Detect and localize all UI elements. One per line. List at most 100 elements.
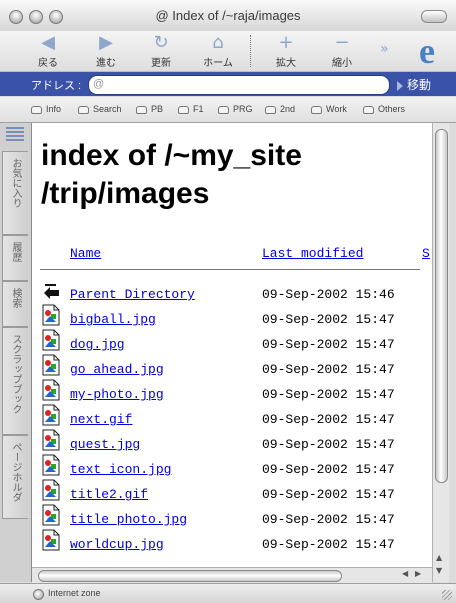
horizontal-scroll-thumb[interactable] xyxy=(38,570,342,582)
page-heading: index of /~my_site/trip/images xyxy=(41,139,302,210)
list-item: text_icon.jpg 09-Sep-2002 15:47 xyxy=(40,454,432,487)
file-link[interactable]: quest.jpg xyxy=(70,437,140,452)
image-file-icon xyxy=(42,329,60,351)
list-item: dog.jpg 09-Sep-2002 15:47 xyxy=(40,329,432,362)
folder-icon xyxy=(178,105,189,114)
favorite-info[interactable]: Info xyxy=(31,104,61,114)
back-button[interactable]: ◀ 戻る xyxy=(22,32,74,70)
image-file-icon xyxy=(42,404,60,426)
ie-logo-icon: e xyxy=(419,31,435,71)
refresh-button[interactable]: ↻ 更新 xyxy=(135,33,187,70)
refresh-button-label: 更新 xyxy=(151,58,171,69)
image-file-icon xyxy=(42,379,60,401)
favorite-others[interactable]: Others xyxy=(363,104,405,114)
scroll-down-arrow-icon[interactable]: ▼ xyxy=(436,566,442,575)
sidebar-tab-search[interactable]: 検索 xyxy=(2,281,28,327)
column-header-name[interactable]: Name xyxy=(70,246,101,261)
scroll-left-arrow-icon[interactable]: ◀ xyxy=(402,569,408,578)
zoom-in-button[interactable]: + 拡大 xyxy=(260,33,312,70)
column-header-size[interactable]: S xyxy=(422,246,430,261)
favorite-prg[interactable]: PRG xyxy=(218,104,253,114)
scroll-up-arrow-icon[interactable]: ▲ xyxy=(436,553,442,562)
image-file-icon xyxy=(42,504,60,526)
favorites-bar: Info Search PB F1 PRG 2nd Work Others xyxy=(0,97,456,123)
vertical-scrollbar[interactable]: ▲ ▼ xyxy=(432,123,449,582)
home-button[interactable]: ⌂ ホーム xyxy=(192,32,244,70)
file-link[interactable]: my-photo.jpg xyxy=(70,387,164,402)
folder-icon xyxy=(218,105,229,114)
list-item: my-photo.jpg 09-Sep-2002 15:47 xyxy=(40,379,432,412)
file-date: 09-Sep-2002 15:47 xyxy=(262,437,395,452)
list-item: title_photo.jpg 09-Sep-2002 15:47 xyxy=(40,504,432,537)
scroll-right-arrow-icon[interactable]: ▶ xyxy=(415,569,421,578)
file-link[interactable]: bigball.jpg xyxy=(70,312,156,327)
list-item: Parent Directory 09-Sep-2002 15:46 xyxy=(40,284,432,312)
toolbar: ◀ 戻る ▶ 進む ↻ 更新 ⌂ ホーム + 拡大 − 縮小 » e xyxy=(0,31,456,72)
resize-grip-icon[interactable] xyxy=(442,590,452,600)
file-link[interactable]: dog.jpg xyxy=(70,337,125,352)
go-button[interactable]: 移動 xyxy=(397,76,431,93)
file-date: 09-Sep-2002 15:47 xyxy=(262,312,395,327)
folder-icon xyxy=(31,105,42,114)
file-date: 09-Sep-2002 15:46 xyxy=(262,287,395,302)
file-date: 09-Sep-2002 15:47 xyxy=(262,537,395,552)
home-button-label: ホーム xyxy=(203,58,233,69)
file-link[interactable]: title2.gif xyxy=(70,487,148,502)
list-item: go_ahead.jpg 09-Sep-2002 15:47 xyxy=(40,354,432,387)
image-file-icon xyxy=(42,479,60,501)
address-input[interactable]: @ xyxy=(88,75,390,95)
sidebar-tab-scrapbook[interactable]: スクラップブック xyxy=(2,327,28,435)
status-text: Internet zone xyxy=(48,588,101,598)
list-item: next.gif 09-Sep-2002 15:47 xyxy=(40,404,432,437)
folder-icon xyxy=(311,105,322,114)
forward-arrow-icon: ▶ xyxy=(99,32,113,53)
address-bar: アドレス : @ 移動 xyxy=(0,72,456,96)
explorer-toggle-icon[interactable] xyxy=(6,127,24,143)
back-button-label: 戻る xyxy=(38,58,58,69)
file-date: 09-Sep-2002 15:47 xyxy=(262,487,395,502)
favorite-search[interactable]: Search xyxy=(78,104,122,114)
file-date: 09-Sep-2002 15:47 xyxy=(262,462,395,477)
back-folder-icon xyxy=(42,279,60,301)
list-item: worldcup.jpg 09-Sep-2002 15:47 xyxy=(40,529,432,562)
image-file-icon xyxy=(42,529,60,551)
sidebar-tab-history[interactable]: 履歴 xyxy=(2,235,28,281)
go-arrow-icon xyxy=(397,80,403,91)
back-arrow-icon: ◀ xyxy=(41,32,55,53)
explorer-bar: お気に入り 履歴 検索 スクラップブック ページホルダ xyxy=(0,123,32,582)
window-title: @ Index of /~raja/images xyxy=(155,8,301,23)
globe-zone-icon xyxy=(33,589,44,600)
column-header-last-modified[interactable]: Last modified xyxy=(262,246,363,261)
file-link[interactable]: go_ahead.jpg xyxy=(70,362,164,377)
file-date: 09-Sep-2002 15:47 xyxy=(262,412,395,427)
zoom-in-button-label: 拡大 xyxy=(276,58,296,69)
favorite-2nd[interactable]: 2nd xyxy=(265,104,295,114)
vertical-scroll-thumb[interactable] xyxy=(435,129,448,483)
toolbar-overflow-icon[interactable]: » xyxy=(380,41,389,57)
file-link[interactable]: worldcup.jpg xyxy=(70,537,164,552)
file-date: 09-Sep-2002 15:47 xyxy=(262,337,395,352)
zoom-out-button-label: 縮小 xyxy=(332,58,352,69)
sidebar-tab-page-holder[interactable]: ページホルダ xyxy=(2,435,28,519)
favorite-pb[interactable]: PB xyxy=(136,104,163,114)
zoom-out-button[interactable]: − 縮小 xyxy=(316,33,368,70)
file-link[interactable]: Parent Directory xyxy=(70,287,195,302)
horizontal-scrollbar[interactable]: ◀ ▶ xyxy=(32,567,432,583)
sidebar-tab-favorites[interactable]: お気に入り xyxy=(2,151,28,235)
list-item: bigball.jpg 09-Sep-2002 15:47 xyxy=(40,304,432,337)
favorite-work[interactable]: Work xyxy=(311,104,347,114)
forward-button[interactable]: ▶ 進む xyxy=(80,32,132,70)
favorite-f1[interactable]: F1 xyxy=(178,104,204,114)
page-content: index of /~my_site/trip/images Name Last… xyxy=(32,123,432,567)
folder-icon xyxy=(265,105,276,114)
file-link[interactable]: title_photo.jpg xyxy=(70,512,187,527)
list-item: title2.gif 09-Sep-2002 15:47 xyxy=(40,479,432,512)
title-bar[interactable]: @ Index of /~raja/images xyxy=(0,0,456,32)
home-icon: ⌂ xyxy=(212,32,224,53)
image-file-icon xyxy=(42,429,60,451)
file-link[interactable]: next.gif xyxy=(70,412,132,427)
forward-button-label: 進む xyxy=(96,58,116,69)
file-link[interactable]: text_icon.jpg xyxy=(70,462,171,477)
browser-window: @ Index of /~raja/images ◀ 戻る ▶ 進む ↻ 更新 … xyxy=(0,0,456,603)
toolbar-toggle-button[interactable] xyxy=(421,10,447,23)
